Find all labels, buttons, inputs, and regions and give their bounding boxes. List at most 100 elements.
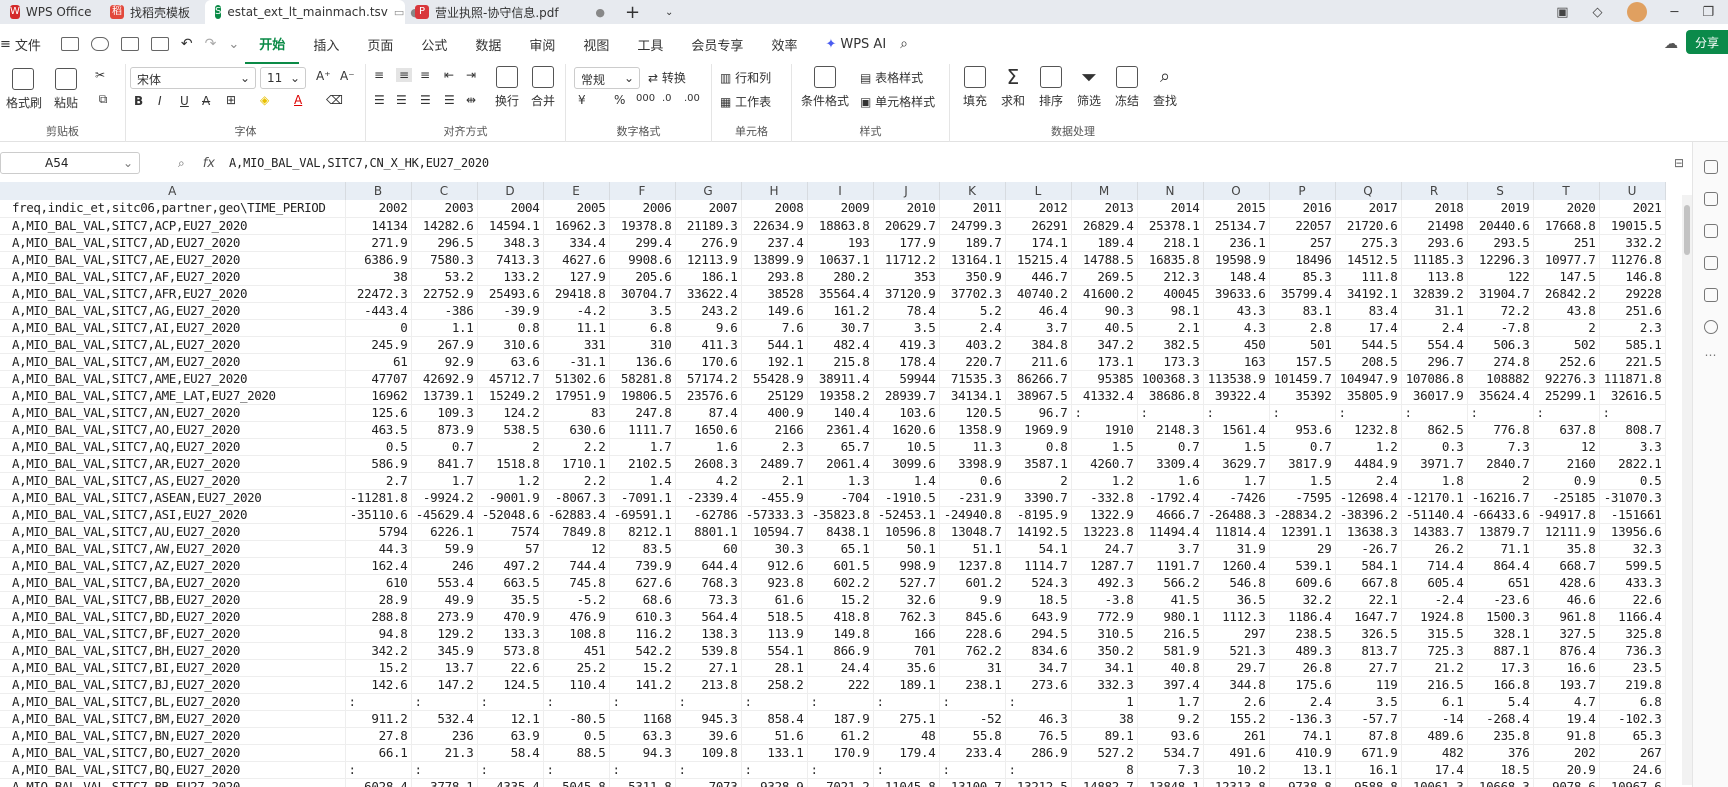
table-cell[interactable]: 12111.9 [1533, 523, 1600, 541]
table-cell[interactable]: 39633.6 [1203, 285, 1270, 303]
table-cell[interactable]: 138.3 [675, 625, 742, 643]
table-cell[interactable]: 113.8 [1401, 268, 1468, 286]
fx-icon[interactable]: fx [203, 156, 215, 171]
table-cell[interactable]: 142.6 [345, 676, 412, 694]
table-cell[interactable]: 100368.3 [1137, 370, 1204, 388]
table-cell[interactable]: 297 [1203, 625, 1270, 643]
column-header-n[interactable]: N [1137, 182, 1204, 200]
paste-button[interactable]: 粘贴 [48, 68, 84, 111]
table-cell[interactable]: 23.5 [1599, 659, 1666, 677]
table-cell[interactable]: 32.2 [1269, 591, 1336, 609]
table-cell[interactable]: 66.1 [345, 744, 412, 762]
table-cell[interactable]: 2011 [939, 200, 1006, 218]
table-cell[interactable]: 245.9 [345, 336, 412, 354]
table-cell[interactable]: 13164.1 [939, 251, 1006, 269]
table-cell[interactable]: 601.5 [807, 557, 874, 575]
table-cell[interactable]: 141.2 [609, 676, 676, 694]
table-cell[interactable]: 524.3 [1005, 574, 1072, 592]
table-cell[interactable]: 1.8 [1401, 472, 1468, 490]
table-cell[interactable]: 87.8 [1335, 727, 1402, 745]
table-cell[interactable]: : [807, 693, 874, 711]
table-cell[interactable]: 31.9 [1203, 540, 1270, 558]
print-preview-icon[interactable] [150, 37, 169, 51]
font-name-select[interactable]: 宋体 ⌄ [130, 67, 256, 89]
table-cell[interactable]: 24.6 [1599, 761, 1666, 779]
table-cell[interactable]: 1.2 [477, 472, 544, 490]
row-key-cell[interactable]: A,MIO_BAL_VAL,SITC7,AME,EU27_2020 [0, 370, 346, 388]
table-cell[interactable]: 9.6 [675, 319, 742, 337]
table-cell[interactable]: 13848.1 [1137, 778, 1204, 787]
table-cell[interactable]: 261 [1203, 727, 1270, 745]
table-cell[interactable]: 527.7 [873, 574, 940, 592]
tab-docer[interactable]: 稻 找稻壳模板 [100, 0, 205, 24]
table-cell[interactable]: 808.7 [1599, 421, 1666, 439]
table-cell[interactable]: 866.9 [807, 642, 874, 660]
table-cell[interactable]: 8 [1071, 761, 1138, 779]
table-cell[interactable]: 845.6 [939, 608, 1006, 626]
column-header-l[interactable]: L [1005, 182, 1072, 200]
table-cell[interactable]: 21.2 [1401, 659, 1468, 677]
table-cell[interactable]: 34134.1 [939, 387, 1006, 405]
menu-item-view[interactable]: 视图 [569, 24, 623, 64]
table-cell[interactable]: 1500.3 [1467, 608, 1534, 626]
table-cell[interactable]: 502 [1533, 336, 1600, 354]
table-cell[interactable]: 5045.8 [543, 778, 610, 787]
row-key-cell[interactable]: A,MIO_BAL_VAL,SITC7,AME_LAT,EU27_2020 [0, 387, 346, 405]
table-cell[interactable]: 1620.6 [873, 421, 940, 439]
table-cell[interactable]: 78.4 [873, 302, 940, 320]
table-cell[interactable]: 30.7 [807, 319, 874, 337]
table-cell[interactable]: 162.4 [345, 557, 412, 575]
table-cell[interactable]: 2004 [477, 200, 544, 218]
undo-icon[interactable]: ↶ [181, 36, 193, 52]
table-cell[interactable]: 1.7 [1137, 693, 1204, 711]
table-cell[interactable]: 384.8 [1005, 336, 1072, 354]
spreadsheet-grid[interactable]: ABCDEFGHIJKLMNOPQRSTU freq,indic_et,sitc… [0, 182, 1690, 787]
table-cell[interactable]: 701 [873, 642, 940, 660]
table-cell[interactable]: 744.4 [543, 557, 610, 575]
table-cell[interactable]: 6.8 [1599, 693, 1666, 711]
table-cell[interactable]: 2003 [411, 200, 478, 218]
table-cell[interactable]: 14383.7 [1401, 523, 1468, 541]
search-icon[interactable]: ⌕ [900, 36, 908, 52]
table-cell[interactable]: -7.8 [1467, 319, 1534, 337]
table-cell[interactable]: -62786 [675, 506, 742, 524]
table-cell[interactable]: 208.5 [1335, 353, 1402, 371]
table-cell[interactable]: -443.4 [345, 302, 412, 320]
table-cell[interactable]: 51.1 [939, 540, 1006, 558]
table-cell[interactable]: -31070.3 [1599, 489, 1666, 507]
table-cell[interactable]: 3.7 [1137, 540, 1204, 558]
table-cell[interactable]: 13223.8 [1071, 523, 1138, 541]
table-cell[interactable]: 32839.2 [1401, 285, 1468, 303]
table-cell[interactable]: 7.6 [741, 319, 808, 337]
table-cell[interactable]: 13212.5 [1005, 778, 1072, 787]
table-cell[interactable]: 19015.5 [1599, 217, 1666, 235]
table-cell[interactable]: 912.6 [741, 557, 808, 575]
avatar[interactable] [1626, 2, 1647, 22]
table-cell[interactable]: : [1071, 404, 1138, 422]
table-cell[interactable]: 410.9 [1269, 744, 1336, 762]
table-cell[interactable]: 89.1 [1071, 727, 1138, 745]
table-cell[interactable]: 651 [1467, 574, 1534, 592]
row-key-cell[interactable]: A,MIO_BAL_VAL,SITC7,AU,EU27_2020 [0, 523, 346, 541]
table-cell[interactable]: 133.3 [477, 625, 544, 643]
table-cell[interactable]: : [939, 761, 1006, 779]
zoom-formula-icon[interactable]: ⌕ [178, 156, 185, 171]
table-cell[interactable]: 491.6 [1203, 744, 1270, 762]
table-cell[interactable]: 120.5 [939, 404, 1006, 422]
row-key-cell[interactable]: A,MIO_BAL_VAL,SITC7,AR,EU27_2020 [0, 455, 346, 473]
table-cell[interactable]: : [345, 693, 412, 711]
table-cell[interactable]: 671.9 [1335, 744, 1402, 762]
table-cell[interactable]: 1322.9 [1071, 506, 1138, 524]
table-cell[interactable]: 91.8 [1533, 727, 1600, 745]
table-cell[interactable]: 14192.5 [1005, 523, 1072, 541]
table-cell[interactable]: 1.2 [1071, 472, 1138, 490]
tab-list-chevron-icon[interactable]: ⌄ [655, 0, 675, 24]
table-cell[interactable]: 293.8 [741, 268, 808, 286]
table-cell[interactable]: 1.4 [609, 472, 676, 490]
table-cell[interactable]: 193.7 [1533, 676, 1600, 694]
export-icon[interactable] [90, 37, 109, 51]
table-cell[interactable]: -268.4 [1467, 710, 1534, 728]
table-cell[interactable]: 273.6 [1005, 676, 1072, 694]
table-cell[interactable]: 542.2 [609, 642, 676, 660]
table-cell[interactable]: 96.7 [1005, 404, 1072, 422]
